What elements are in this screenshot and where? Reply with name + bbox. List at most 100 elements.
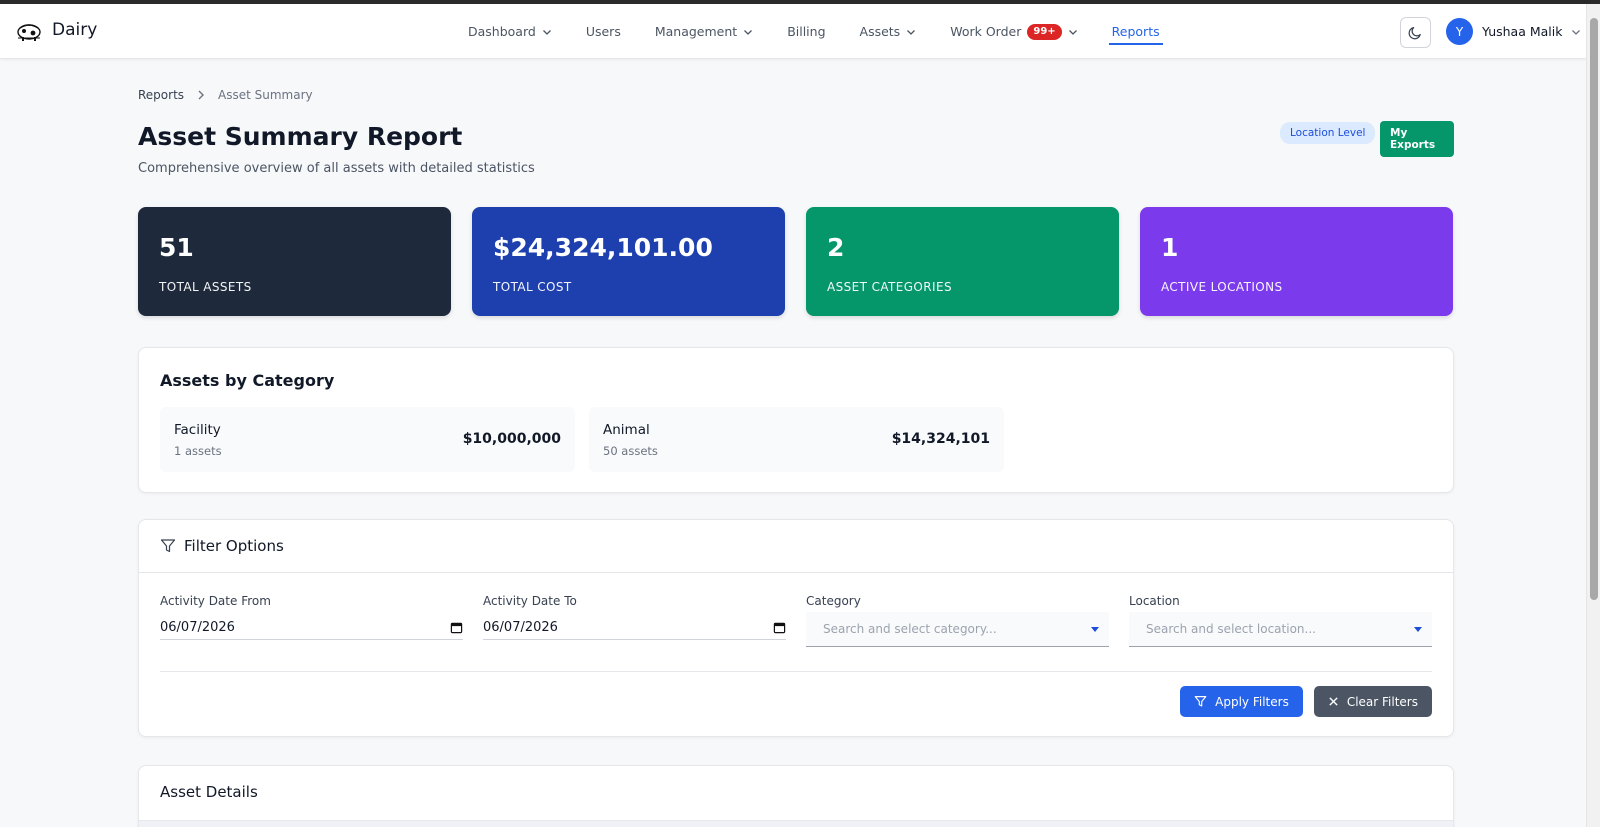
nav-management[interactable]: Management xyxy=(655,4,753,59)
field-label: Activity Date To xyxy=(483,594,577,608)
location-field: Location Search and select location... xyxy=(1129,594,1432,647)
divider xyxy=(160,671,1432,672)
stat-card-total-cost: $24,324,101.00 TOTAL COST xyxy=(472,207,785,316)
nav-users[interactable]: Users xyxy=(586,4,621,59)
date-to-field: Activity Date To 06/07/2026 xyxy=(483,594,786,647)
stat-value: 1 xyxy=(1161,233,1179,262)
calendar-icon[interactable] xyxy=(450,621,463,634)
close-icon xyxy=(1329,697,1338,706)
field-label: Activity Date From xyxy=(160,594,271,608)
filter-title: Filter Options xyxy=(184,537,284,555)
nav-label: Management xyxy=(654,24,738,39)
avatar: Y xyxy=(1446,18,1473,45)
breadcrumb: Reports Asset Summary xyxy=(138,88,313,102)
button-label: Apply Filters xyxy=(1215,694,1289,709)
theme-toggle-button[interactable] xyxy=(1400,17,1431,48)
stat-label: ACTIVE LOCATIONS xyxy=(1161,280,1283,294)
table-header-row xyxy=(139,820,1453,827)
category-count: 50 assets xyxy=(603,444,658,458)
work-order-count-badge: 99+ xyxy=(1027,23,1062,40)
category-field: Category Search and select category... xyxy=(806,594,1109,647)
select-placeholder: Search and select location... xyxy=(1146,622,1316,636)
stat-label: TOTAL ASSETS xyxy=(159,280,252,294)
date-from-field: Activity Date From 06/07/2026 xyxy=(160,594,463,647)
stat-value: $24,324,101.00 xyxy=(493,233,713,262)
chevron-down-icon xyxy=(1572,29,1581,35)
date-from-input[interactable]: 06/07/2026 xyxy=(160,616,463,640)
category-list: Facility 1 assets $10,000,000 Animal 50 … xyxy=(160,407,1004,472)
stat-label: TOTAL COST xyxy=(493,280,572,294)
breadcrumb-reports-link[interactable]: Reports xyxy=(138,88,184,102)
nav-work-order[interactable]: Work Order 99+ xyxy=(950,4,1077,59)
filter-options-card: Filter Options Activity Date From 06/07/… xyxy=(138,519,1454,737)
nav-assets[interactable]: Assets xyxy=(860,4,917,59)
category-name: Animal xyxy=(603,422,650,438)
cow-logo-icon xyxy=(17,24,41,41)
location-select[interactable]: Search and select location... xyxy=(1129,612,1432,647)
stat-card-total-assets: 51 TOTAL ASSETS xyxy=(138,207,451,316)
stat-card-asset-categories: 2 ASSET CATEGORIES xyxy=(806,207,1119,316)
nav-reports[interactable]: Reports xyxy=(1108,4,1163,59)
section-title: Assets by Category xyxy=(160,371,335,390)
asset-details-card: Asset Details xyxy=(138,765,1454,827)
nav-dashboard[interactable]: Dashboard xyxy=(468,4,552,59)
category-tile-animal: Animal 50 assets $14,324,101 xyxy=(589,407,1004,472)
main-nav: Dashboard Users Management Billing Asset… xyxy=(468,4,1194,59)
field-label: Location xyxy=(1129,594,1180,608)
my-exports-button[interactable]: My Exports xyxy=(1380,121,1454,157)
vertical-scrollbar[interactable] xyxy=(1586,4,1600,827)
date-to-input[interactable]: 06/07/2026 xyxy=(483,616,786,640)
field-label: Category xyxy=(806,594,861,608)
date-value: 06/07/2026 xyxy=(160,620,235,635)
brand-name: Dairy xyxy=(52,20,98,40)
moon-icon xyxy=(1408,27,1421,40)
category-amount: $10,000,000 xyxy=(462,431,561,447)
chevron-right-icon xyxy=(198,90,205,100)
filter-icon xyxy=(1194,696,1207,707)
user-name: Yushaa Malik xyxy=(1482,24,1563,39)
brand[interactable]: Dairy xyxy=(16,18,97,42)
clear-filters-button[interactable]: Clear Filters xyxy=(1313,686,1432,717)
top-navbar: Dairy Dashboard Users Management Billing… xyxy=(0,4,1586,59)
nav-label: Users xyxy=(585,24,621,39)
filter-fields: Activity Date From 06/07/2026 Activity D… xyxy=(160,594,1432,647)
date-value: 06/07/2026 xyxy=(483,620,558,635)
apply-filters-button[interactable]: Apply Filters xyxy=(1180,686,1303,717)
filter-header: Filter Options xyxy=(139,520,1453,573)
breadcrumb-current: Asset Summary xyxy=(218,88,313,102)
chevron-down-icon xyxy=(907,29,916,35)
section-title: Asset Details xyxy=(160,783,258,801)
stat-value: 2 xyxy=(827,233,845,262)
category-count: 1 assets xyxy=(174,444,222,458)
stat-label: ASSET CATEGORIES xyxy=(827,280,952,294)
nav-label: Work Order xyxy=(950,24,1022,39)
stats-row: 51 TOTAL ASSETS $24,324,101.00 TOTAL COS… xyxy=(138,207,1454,316)
page-subtitle: Comprehensive overview of all assets wit… xyxy=(138,161,535,176)
category-select[interactable]: Search and select category... xyxy=(806,612,1109,647)
select-placeholder: Search and select category... xyxy=(823,622,997,636)
category-tile-facility: Facility 1 assets $10,000,000 xyxy=(160,407,575,472)
category-name: Facility xyxy=(174,422,221,438)
calendar-icon[interactable] xyxy=(773,621,786,634)
filter-icon xyxy=(160,539,176,553)
page-title: Asset Summary Report xyxy=(138,122,463,151)
scrollbar-thumb[interactable] xyxy=(1590,18,1598,600)
nav-label: Assets xyxy=(859,24,901,39)
category-amount: $14,324,101 xyxy=(891,431,990,447)
nav-label: Reports xyxy=(1111,24,1160,39)
stat-card-active-locations: 1 ACTIVE LOCATIONS xyxy=(1140,207,1453,316)
stat-value: 51 xyxy=(159,233,194,262)
location-level-pill: Location Level xyxy=(1280,122,1376,144)
filter-actions: Apply Filters Clear Filters xyxy=(1180,686,1432,717)
nav-billing[interactable]: Billing xyxy=(787,4,825,59)
dropdown-arrow-icon xyxy=(1091,626,1099,632)
dropdown-arrow-icon xyxy=(1414,626,1422,632)
nav-label: Billing xyxy=(787,24,826,39)
chevron-down-icon xyxy=(1068,29,1077,35)
app-window: Dairy Dashboard Users Management Billing… xyxy=(0,4,1586,827)
nav-label: Dashboard xyxy=(468,24,536,39)
button-label: Clear Filters xyxy=(1346,694,1418,709)
assets-by-category-card: Assets by Category Facility 1 assets $10… xyxy=(138,347,1454,493)
chevron-down-icon xyxy=(744,29,753,35)
user-menu[interactable]: Y Yushaa Malik xyxy=(1446,18,1581,45)
